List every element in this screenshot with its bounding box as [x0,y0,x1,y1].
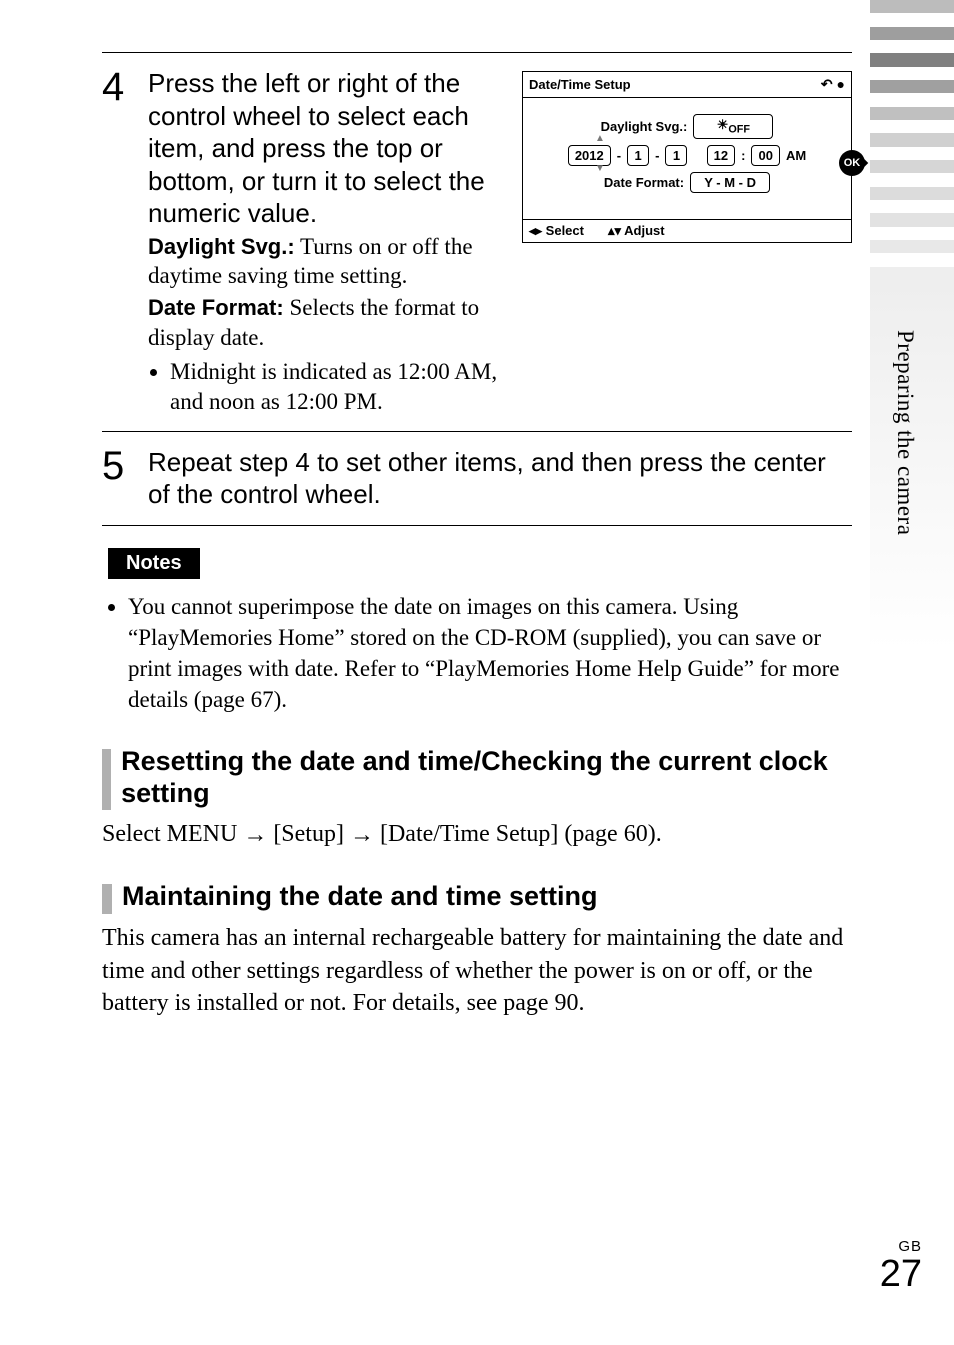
up-down-icon: ▲▼ [595,134,605,174]
dts-format-label: Date Format: [604,175,684,190]
subsection-resetting: Resetting the date and time/Checking the… [102,745,852,810]
ok-button-icon: OK [839,150,865,176]
step-5: 5 Repeat step 4 to set other items, and … [102,432,852,525]
step-number: 4 [102,67,130,417]
subsection-heading: Maintaining the date and time setting [122,880,598,912]
definition-daylight: Daylight Svg.: Turns on or off the dayti… [148,232,500,292]
notes-heading: Notes [108,548,200,579]
arrow-icon: → [243,819,267,851]
step-lead: Repeat step 4 to set other items, and th… [148,446,852,511]
dts-daylight-value: ☀OFF [693,114,773,139]
dts-month: 1 [627,145,649,166]
dts-hour: 12 [707,145,735,166]
page-number: 27 [880,1255,922,1293]
datetime-setup-screenshot: Date/Time Setup ↶ ● Daylight Svg.: ☀OFF … [522,71,852,243]
step-lead: Press the left or right of the control w… [148,67,500,230]
step-number: 5 [102,446,130,511]
dts-minute: 00 [751,145,779,166]
step-4: 4 Press the left or right of the control… [102,53,852,431]
page-footer: GB 27 [880,1238,922,1293]
dts-format-value: Y - M - D [690,172,770,193]
step-note-item: Midnight is indicated as 12:00 AM, and n… [170,357,500,417]
section-tab-label: Preparing the camera [888,330,918,630]
subsection-maintaining: Maintaining the date and time setting [102,880,852,914]
notes-item: You cannot superimpose the date on image… [128,591,852,715]
back-icon: ↶ ● [821,76,845,93]
subsection-heading: Resetting the date and time/Checking the… [121,745,852,810]
sun-off-icon: ☀ [717,117,729,132]
subsection-body: Select MENU → [Setup] → [Date/Time Setup… [102,818,852,850]
arrow-icon: → [350,819,374,851]
subsection-bar-icon [102,884,112,914]
dts-ampm: AM [786,148,806,163]
subsection-bar-icon [102,749,111,810]
side-stripes [870,0,954,280]
dts-footer-select: ◂▸ Select [529,223,584,239]
dts-footer-adjust: ▴▾ Adjust [608,223,665,239]
step-note-list: Midnight is indicated as 12:00 AM, and n… [170,357,500,417]
divider [102,525,852,526]
dts-date-row: 2012- 1- 1 12: 00 AM [531,145,843,166]
notes-list: You cannot superimpose the date on image… [128,591,852,715]
page-root: Preparing the camera GB 27 4 Press the l… [0,0,954,1345]
definition-dateformat: Date Format: Selects the format to displ… [148,293,500,353]
dts-daylight-label: Daylight Svg.: [601,119,688,134]
dts-day: 1 [665,145,687,166]
subsection-body: This camera has an internal rechargeable… [102,922,852,1019]
main-content: 4 Press the left or right of the control… [102,52,852,1019]
dts-title: Date/Time Setup [529,77,631,92]
